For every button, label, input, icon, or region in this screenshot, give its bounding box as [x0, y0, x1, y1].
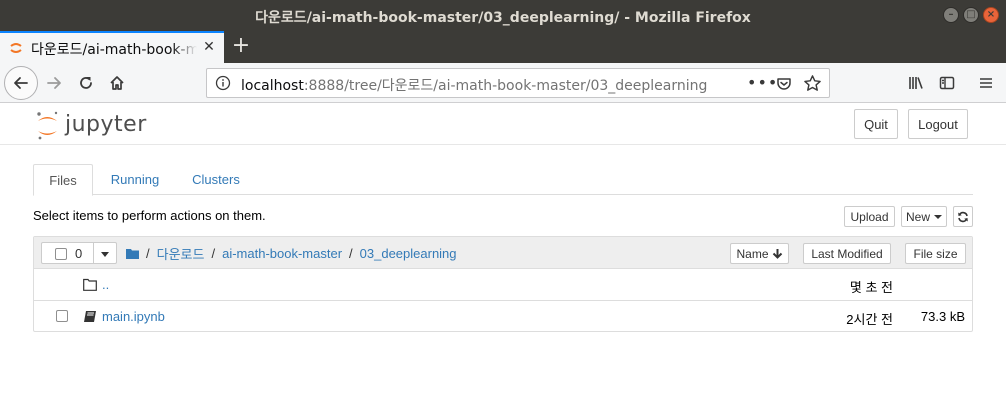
jupyter-header: jupyter Quit Logout: [0, 104, 1006, 145]
folder-outline-icon: [83, 278, 97, 291]
caret-down-icon: [934, 214, 942, 219]
jupyter-logo-icon: [37, 111, 58, 140]
home-button[interactable]: [101, 67, 133, 99]
jupyter-wordmark: jupyter: [65, 112, 147, 137]
page-actions-menu[interactable]: •••: [747, 73, 778, 92]
url-path: :8888/tree/다운로드/ai-math-book-master/03_d…: [303, 78, 708, 94]
maximize-window-button[interactable]: □: [963, 7, 979, 23]
window-title: 다운로드/ai-math-book-master/03_deeplearning…: [255, 10, 751, 26]
browser-tab-bar: 다운로드/ai-math-book-master/03_deeplearning…: [0, 31, 1006, 63]
back-button[interactable]: [4, 66, 38, 100]
sort-by-file-size-button[interactable]: File size: [905, 243, 966, 264]
jupyter-logo[interactable]: jupyter: [35, 108, 155, 142]
tab-running[interactable]: Running: [101, 164, 169, 195]
home-icon: [110, 76, 124, 90]
library-button[interactable]: [900, 67, 932, 99]
select-all-checkbox[interactable]: [55, 248, 67, 260]
item-name-link[interactable]: main.ipynb: [102, 309, 165, 324]
breadcrumb: / 다운로드 / ai-math-book-master / 03_deeple…: [126, 244, 457, 263]
open-menu-button[interactable]: [970, 67, 1002, 99]
breadcrumb-separator: /: [211, 246, 216, 261]
url-text[interactable]: localhost:8888/tree/다운로드/ai-math-book-ma…: [241, 75, 707, 95]
breadcrumb-separator: /: [349, 246, 353, 261]
list-item[interactable]: .. 몇 초 전: [34, 269, 972, 301]
back-arrow-icon: [14, 77, 28, 89]
star-icon[interactable]: [803, 74, 822, 93]
sort-by-name-button[interactable]: Name: [730, 243, 789, 264]
url-bar[interactable]: localhost:8888/tree/다운로드/ai-math-book-ma…: [206, 68, 830, 98]
navigation-toolbar: localhost:8888/tree/다운로드/ai-math-book-ma…: [0, 63, 1006, 103]
breadcrumb-item-downloads[interactable]: 다운로드: [157, 244, 205, 263]
item-name-link[interactable]: ..: [102, 277, 109, 292]
list-item[interactable]: main.ipynb 2시간 전 73.3 kB: [34, 301, 972, 333]
forward-arrow-icon: [47, 77, 61, 89]
pocket-icon[interactable]: [775, 75, 793, 93]
library-icon: [909, 77, 923, 89]
reload-button[interactable]: [70, 67, 102, 99]
reload-icon: [80, 77, 92, 89]
file-list: 0 / 다운로드 / ai-math-book-master / 03_deep…: [33, 236, 973, 332]
new-tab-button[interactable]: +: [229, 35, 253, 59]
url-host: localhost: [241, 78, 304, 94]
sort-by-last-modified-button[interactable]: Last Modified: [803, 243, 891, 264]
window-titlebar: 다운로드/ai-math-book-master/03_deeplearning…: [0, 0, 1006, 31]
info-icon[interactable]: [215, 75, 231, 91]
breadcrumb-item-ai-math-book-master[interactable]: ai-math-book-master: [222, 246, 342, 261]
breadcrumb-separator: /: [146, 246, 150, 261]
jupyter-favicon-icon: [10, 43, 22, 53]
sidebar-icon: [939, 76, 955, 90]
select-all-control[interactable]: 0: [41, 242, 117, 264]
refresh-icon: [958, 211, 968, 222]
item-last-modified: 몇 초 전: [849, 280, 893, 295]
close-tab-icon[interactable]: ✕: [201, 39, 217, 55]
sidebar-button[interactable]: [931, 67, 963, 99]
browser-tab-label: 다운로드/ai-math-book-master/03_deeplearning: [31, 42, 197, 58]
arrow-down-icon: [772, 249, 782, 259]
quit-button[interactable]: Quit: [854, 109, 898, 139]
new-dropdown-button[interactable]: New: [901, 206, 947, 227]
item-checkbox[interactable]: [56, 310, 68, 322]
selection-help-text: Select items to perform actions on them.: [33, 208, 266, 223]
hamburger-menu-icon: [980, 78, 992, 88]
close-window-button[interactable]: ×: [983, 7, 999, 23]
folder-icon[interactable]: [126, 248, 139, 259]
item-last-modified: 2시간 전: [846, 312, 893, 327]
tab-clusters[interactable]: Clusters: [183, 164, 249, 195]
dashboard-tabs: Files Running Clusters: [33, 164, 973, 196]
new-dropdown-label: New: [905, 209, 930, 224]
breadcrumb-item-03-deeplearning[interactable]: 03_deeplearning: [360, 246, 457, 261]
sort-name-label: Name: [736, 246, 769, 261]
browser-tab-active[interactable]: 다운로드/ai-math-book-master/03_deeplearning…: [0, 31, 224, 63]
item-file-size: 73.3 kB: [920, 309, 965, 324]
upload-button[interactable]: Upload: [844, 206, 895, 227]
select-divider: [93, 242, 94, 264]
logout-button[interactable]: Logout: [908, 109, 968, 139]
notebook-icon: [84, 311, 96, 322]
refresh-button[interactable]: [953, 206, 973, 227]
file-list-header: 0 / 다운로드 / ai-math-book-master / 03_deep…: [34, 237, 972, 269]
caret-down-icon[interactable]: [101, 252, 109, 257]
minimize-window-button[interactable]: –: [943, 7, 959, 23]
tab-files[interactable]: Files: [33, 164, 93, 196]
selected-count: 0: [75, 246, 83, 261]
forward-button[interactable]: [38, 67, 70, 99]
